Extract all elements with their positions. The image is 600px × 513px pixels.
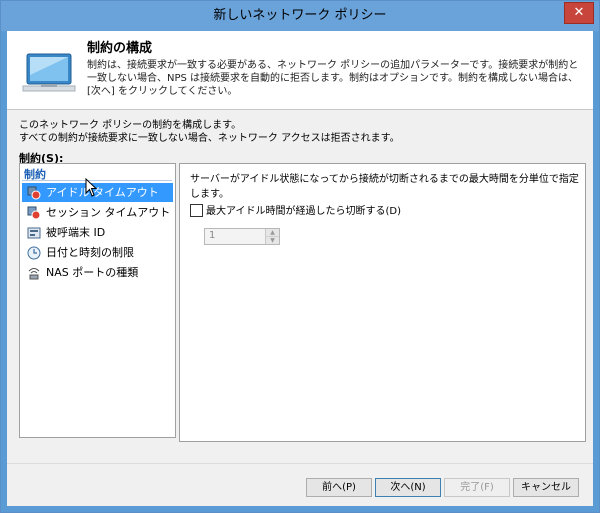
idle-minutes-value: 1	[209, 230, 216, 241]
session-timeout-icon	[27, 206, 41, 220]
close-button[interactable]: ✕	[564, 2, 594, 24]
constraint-item-nas-port[interactable]: NAS ポートの種類	[22, 263, 173, 282]
mouse-cursor-icon	[85, 178, 98, 197]
monitor-icon	[22, 53, 76, 92]
intro-text: このネットワーク ポリシーの制約を構成します。 すべての制約が接続要求に一致しな…	[19, 119, 400, 145]
constraint-item-label: アイドル タイムアウト	[46, 186, 159, 199]
dialog-window: 新しいネットワーク ポリシー ✕ 制約の構成 制約は、接続要求が一致する必要があ…	[0, 0, 600, 513]
cancel-button[interactable]: キャンセル	[513, 478, 579, 497]
close-icon: ✕	[573, 5, 585, 20]
constraint-item-date-time[interactable]: 日付と時刻の制限	[22, 243, 173, 262]
footer-divider	[7, 463, 593, 464]
title-bar[interactable]: 新しいネットワーク ポリシー ✕	[1, 1, 599, 31]
constraint-item-label: セッション タイムアウト	[46, 206, 171, 219]
disconnect-idle-checkbox-label[interactable]: 最大アイドル時間が経過したら切断する(D)	[206, 202, 401, 217]
constraint-item-label: 日付と時刻の制限	[46, 246, 134, 259]
page-title: 制約の構成	[87, 41, 153, 56]
constraint-detail-panel: サーバーがアイドル状態になってから接続が切断されるまでの最大時間を分単位で指定し…	[179, 163, 586, 442]
nas-port-icon	[28, 268, 40, 280]
page-description: 制約は、接続要求が一致する必要がある、ネットワーク ポリシーの追加パラメーターで…	[87, 60, 579, 97]
constraint-item-label: NAS ポートの種類	[46, 266, 139, 279]
intro-line-1: このネットワーク ポリシーの制約を構成します。	[19, 120, 242, 131]
spinner-down-icon[interactable]: ▼	[265, 236, 279, 244]
constraint-item-session-timeout[interactable]: セッション タイムアウト	[22, 203, 173, 222]
window-title: 新しいネットワーク ポリシー	[213, 8, 387, 23]
called-station-icon	[27, 227, 41, 239]
idle-minutes-spinner[interactable]: 1 ▲ ▼	[204, 228, 280, 245]
constraints-list[interactable]: 制約 アイドル タイムアウト セッション タイムアウト 被呼端末 ID 日付と時…	[19, 163, 176, 438]
next-button[interactable]: 次へ(N)	[375, 478, 441, 497]
wizard-header: 制約の構成 制約は、接続要求が一致する必要がある、ネットワーク ポリシーの追加パ…	[7, 31, 593, 110]
spinner-up-icon[interactable]: ▲	[265, 229, 279, 236]
detail-description: サーバーがアイドル状態になってから接続が切断されるまでの最大時間を分単位で指定し…	[190, 174, 579, 200]
idle-timeout-icon	[27, 186, 41, 200]
clock-icon	[27, 246, 41, 260]
constraint-item-label: 被呼端末 ID	[46, 226, 106, 239]
intro-line-2: すべての制約が接続要求に一致しない場合、ネットワーク アクセスは拒否されます。	[19, 133, 400, 144]
constraint-item-called-station[interactable]: 被呼端末 ID	[22, 223, 173, 242]
disconnect-idle-checkbox[interactable]	[190, 204, 203, 217]
finish-button[interactable]: 完了(F)	[444, 478, 510, 497]
back-button[interactable]: 前へ(P)	[306, 478, 372, 497]
dialog-client: 制約の構成 制約は、接続要求が一致する必要がある、ネットワーク ポリシーの追加パ…	[7, 31, 593, 506]
